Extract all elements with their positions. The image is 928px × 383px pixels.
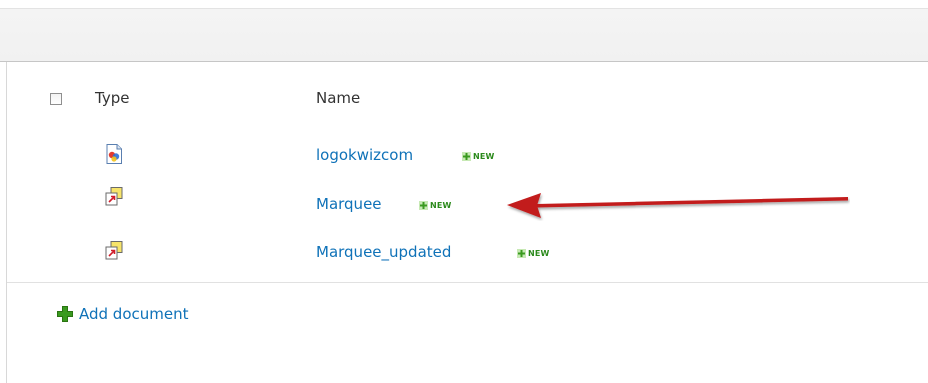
annotation-arrow-icon	[507, 193, 848, 218]
web-part-file-icon	[105, 241, 123, 260]
document-link-marquee-updated[interactable]: Marquee_updated	[316, 243, 451, 261]
document-link-marquee[interactable]: Marquee	[316, 195, 382, 213]
new-plus-icon	[462, 152, 471, 161]
new-badge-label: NEW	[528, 249, 550, 258]
ribbon-top-line	[0, 8, 928, 9]
new-badge-label: NEW	[430, 201, 452, 210]
new-badge: NEW	[462, 151, 495, 162]
new-plus-icon	[517, 249, 526, 258]
document-link-logokwizcom[interactable]: logokwizcom	[316, 146, 413, 164]
add-document-label: Add document	[79, 305, 189, 323]
new-badge-label: NEW	[473, 152, 495, 161]
add-document-link[interactable]: Add document	[57, 305, 189, 323]
list-item: Marquee_updated NEW	[0, 236, 928, 276]
new-badge: NEW	[517, 248, 550, 259]
web-part-file-icon	[105, 187, 123, 206]
list-item: logokwizcom NEW	[0, 138, 928, 178]
column-header-type[interactable]: Type	[95, 89, 129, 107]
add-plus-icon	[57, 306, 73, 322]
column-header-name[interactable]: Name	[316, 89, 360, 107]
select-all-checkbox[interactable]	[50, 93, 62, 105]
new-badge: NEW	[419, 200, 452, 211]
list-footer-divider	[7, 282, 928, 283]
ribbon-bar	[0, 0, 928, 62]
new-plus-icon	[419, 201, 428, 210]
image-file-icon	[106, 144, 122, 164]
